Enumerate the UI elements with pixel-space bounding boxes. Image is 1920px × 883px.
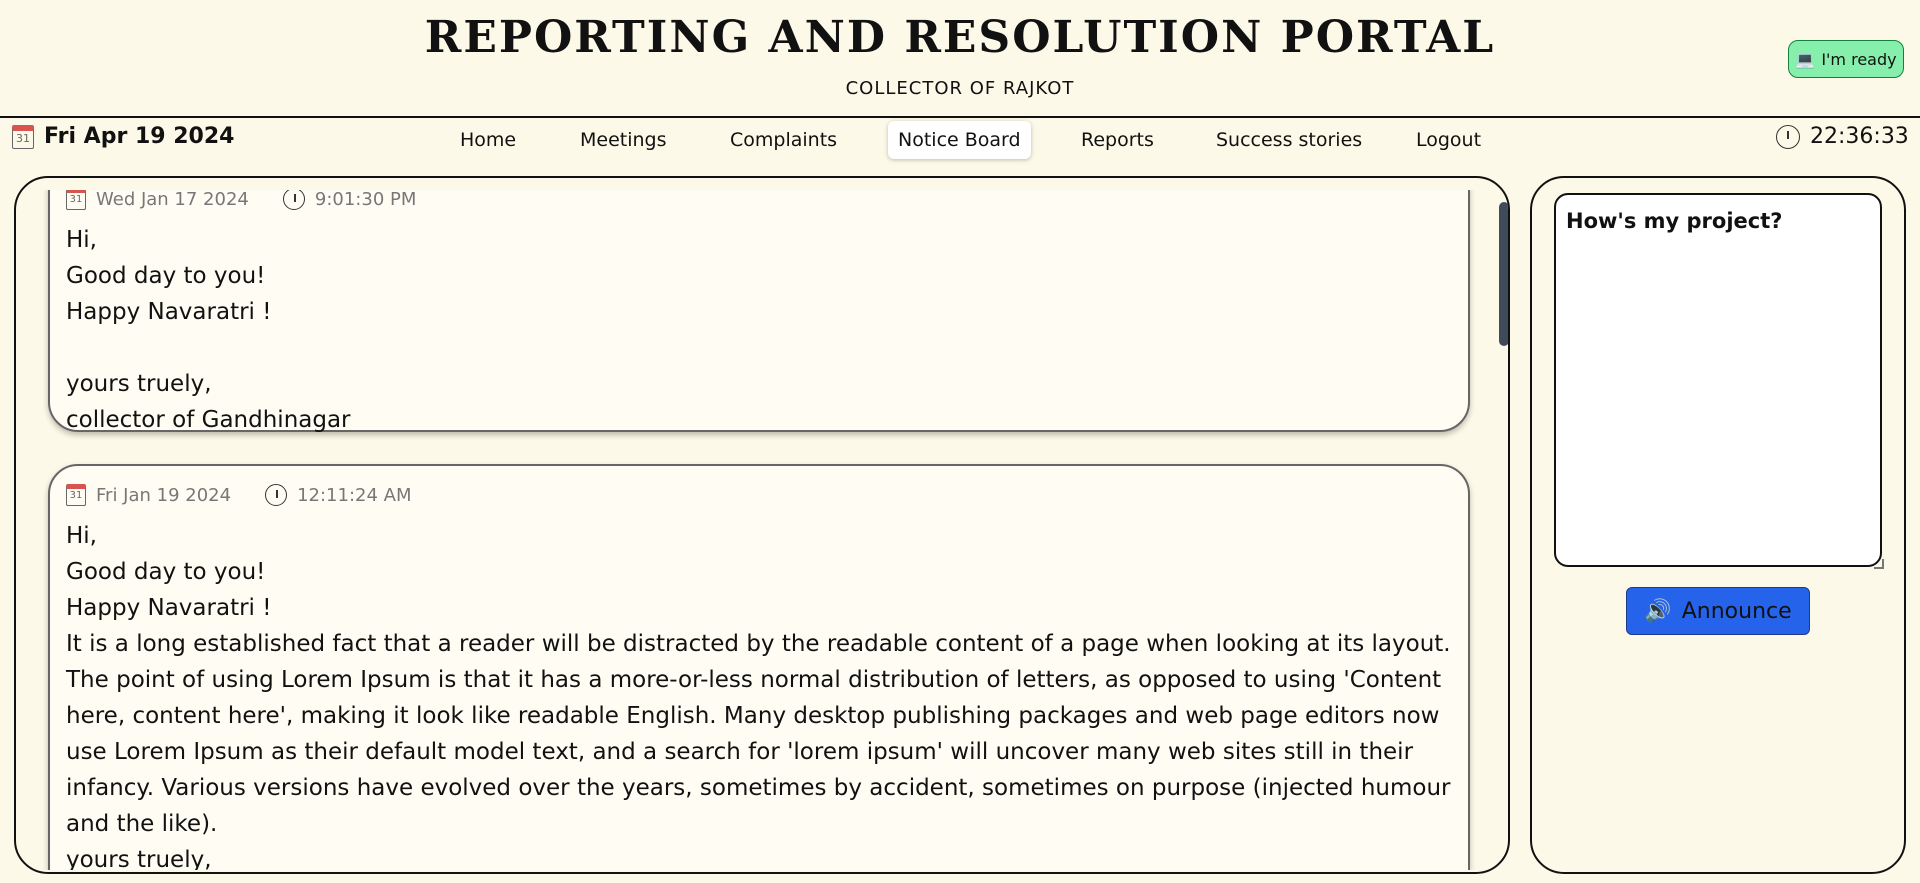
clock-icon xyxy=(1776,124,1800,149)
navbar: 31 Fri Apr 19 2024 Home Meetings Complai… xyxy=(0,120,1920,164)
nav-item-complaints[interactable]: Complaints xyxy=(720,121,847,159)
speaker-icon: 🔊 xyxy=(1644,598,1672,624)
resize-handle[interactable] xyxy=(1874,559,1884,569)
notice-meta: 31 Fri Jan 19 2024 12:11:24 AM xyxy=(66,484,412,506)
notice-time: 9:01:30 PM xyxy=(314,190,417,210)
notice-date: Wed Jan 17 2024 xyxy=(96,190,249,210)
notice-time: 12:11:24 AM xyxy=(297,484,412,506)
scrollbar-thumb[interactable] xyxy=(1499,202,1508,346)
nav-item-success-stories[interactable]: Success stories xyxy=(1206,121,1372,159)
clock-icon xyxy=(265,484,288,506)
notice-date: Fri Jan 19 2024 xyxy=(96,484,232,506)
nav-item-reports[interactable]: Reports xyxy=(1071,121,1164,159)
notice-meta: 31 Wed Jan 17 2024 9:01:30 PM xyxy=(66,190,416,210)
current-time-text: 22:36:33 xyxy=(1810,124,1909,149)
page-header: REPORTING AND RESOLUTION PORTAL COLLECTO… xyxy=(0,0,1920,118)
nav-menu: Home Meetings Complaints Notice Board Re… xyxy=(0,120,1920,164)
announce-button[interactable]: 🔊 Announce xyxy=(1626,587,1810,635)
notice-card: 31 Fri Jan 19 2024 12:11:24 AM Hi, Good … xyxy=(48,464,1470,870)
laptop-icon: 💻 xyxy=(1795,49,1816,69)
calendar-icon: 31 xyxy=(66,190,86,210)
announcement-textarea[interactable]: How's my project? xyxy=(1554,193,1882,567)
notice-body: Hi, Good day to you! Happy Navaratri ! I… xyxy=(66,523,1451,870)
calendar-icon: 31 xyxy=(66,484,86,506)
im-ready-label: I'm ready xyxy=(1821,49,1897,69)
portal-subtitle: COLLECTOR OF RAJKOT xyxy=(845,78,1075,99)
nav-item-home[interactable]: Home xyxy=(450,121,526,159)
nav-item-notice-board[interactable]: Notice Board xyxy=(888,121,1031,159)
announce-label: Announce xyxy=(1681,598,1792,624)
notice-list[interactable]: 31 Wed Jan 17 2024 9:01:30 PM Hi, Good d… xyxy=(16,190,1496,870)
current-time: 22:36:33 xyxy=(1776,124,1909,149)
im-ready-button[interactable]: 💻 I'm ready xyxy=(1788,40,1904,78)
notice-board-panel: 31 Wed Jan 17 2024 9:01:30 PM Hi, Good d… xyxy=(14,176,1510,874)
notice-card: 31 Wed Jan 17 2024 9:01:30 PM Hi, Good d… xyxy=(48,190,1470,433)
notice-body: Hi, Good day to you! Happy Navaratri ! y… xyxy=(66,227,351,433)
nav-item-logout[interactable]: Logout xyxy=(1406,121,1491,159)
portal-title: REPORTING AND RESOLUTION PORTAL xyxy=(424,12,1496,63)
clock-icon xyxy=(282,190,305,210)
nav-item-meetings[interactable]: Meetings xyxy=(570,121,677,159)
announce-panel: How's my project? 🔊 Announce xyxy=(1530,176,1906,874)
